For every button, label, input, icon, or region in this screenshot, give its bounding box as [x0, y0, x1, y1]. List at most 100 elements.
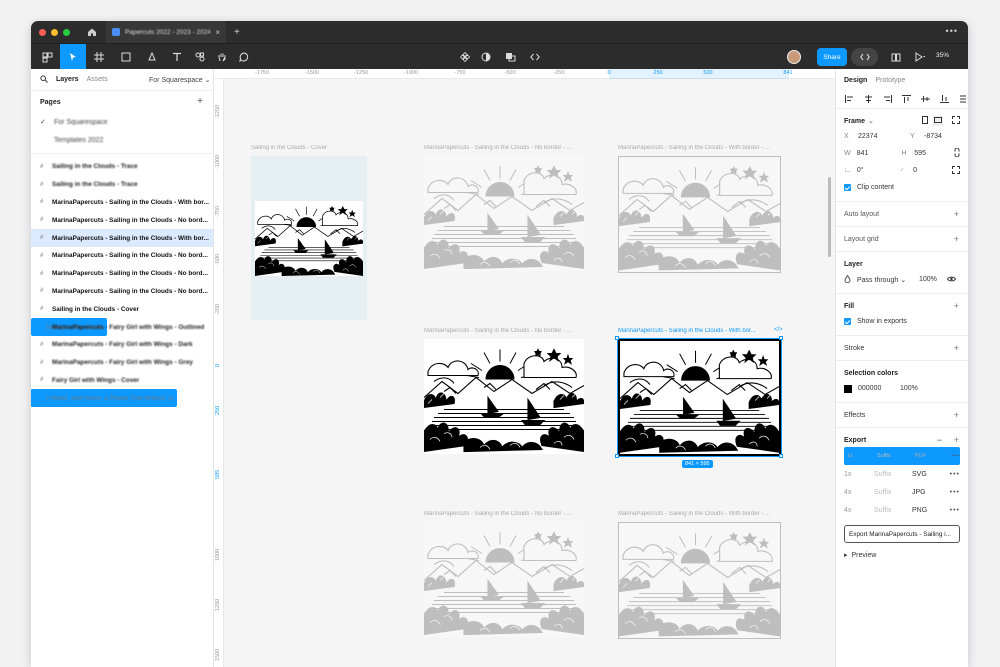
tab-design[interactable]: Design	[844, 77, 867, 84]
align-center-v-icon[interactable]	[921, 95, 930, 105]
clip-content-checkbox[interactable]	[844, 184, 851, 191]
cover-frame[interactable]	[251, 156, 367, 320]
export-scale-dropdown[interactable]: 4x	[844, 489, 874, 496]
file-tab[interactable]: Papercuts 2022 - 2023 - 2024 D ×	[106, 21, 226, 43]
share-button[interactable]: Share	[817, 48, 847, 66]
frame-label-bot-right[interactable]: MarinaPapercuts - Sailing in the Clouds …	[618, 511, 783, 517]
layer-item[interactable]: # Sailing in the Clouds - Trace	[31, 158, 213, 176]
portrait-icon[interactable]	[922, 116, 928, 126]
canvas[interactable]: -1750 -1500 -1250 -1000 -750 -500 -250 0 250 500 8…	[214, 69, 835, 667]
layer-item[interactable]: # MarinaPapercuts - Sailing in the Clouds…	[31, 283, 213, 301]
export-suffix-input[interactable]: Suffix	[874, 507, 912, 514]
align-left-icon[interactable]	[845, 94, 854, 105]
clip-content-row[interactable]: Clip content	[844, 179, 960, 196]
align-right-icon[interactable]	[883, 94, 892, 105]
frame-label-cover[interactable]: Sailing in the Clouds - Cover	[251, 145, 361, 151]
add-auto-layout-icon[interactable]: +	[954, 209, 959, 219]
export-suffix-input[interactable]: Suffix	[874, 489, 912, 496]
close-window-button[interactable]	[39, 28, 46, 36]
library-icon[interactable]	[888, 44, 904, 70]
export-format-dropdown[interactable]: JPG	[912, 489, 942, 496]
add-layout-grid-icon[interactable]: +	[954, 234, 959, 244]
layer-item[interactable]: # MarinaPapercuts - Sailing in the Clouds…	[31, 194, 213, 212]
home-icon[interactable]	[84, 24, 100, 40]
frame-heading[interactable]: Frame	[844, 118, 865, 125]
frame-label-top-right[interactable]: MarinaPapercuts - Sailing in the Clouds …	[618, 145, 783, 151]
current-page-dropdown[interactable]: For Squarespace ⌄	[149, 76, 211, 84]
present-icon[interactable]	[910, 44, 930, 70]
export-suffix-input[interactable]: Suffix	[877, 453, 915, 459]
resize-handle-tr[interactable]	[779, 336, 783, 340]
export-format-dropdown[interactable]: PDF	[915, 453, 945, 459]
rotation-input[interactable]: 0°	[857, 167, 895, 174]
resize-handle-tl[interactable]	[615, 336, 619, 340]
frame-bot-mid[interactable]	[424, 522, 584, 637]
align-bottom-icon[interactable]	[940, 94, 949, 105]
add-stroke-icon[interactable]: +	[954, 343, 959, 353]
layer-item[interactable]: # MarinaPapercuts - Sailing in the Clouds…	[31, 265, 213, 283]
constrain-proportions-icon[interactable]	[954, 147, 960, 159]
minimize-window-button[interactable]	[51, 28, 58, 36]
x-input[interactable]: 22374	[858, 133, 904, 140]
code-icon[interactable]	[526, 44, 544, 70]
text-tool-icon[interactable]	[168, 44, 186, 70]
frame-bot-right[interactable]	[618, 522, 781, 639]
independent-corners-icon[interactable]	[952, 165, 960, 176]
shape-tool-icon[interactable]	[116, 44, 136, 70]
pen-tool-icon[interactable]	[142, 44, 162, 70]
frame-tool-icon[interactable]	[89, 44, 109, 70]
export-format-dropdown[interactable]: PNG	[912, 507, 942, 514]
export-scale-dropdown[interactable]: 1x	[847, 453, 877, 459]
more-options-icon[interactable]: •••	[946, 26, 958, 36]
mask-icon[interactable]	[477, 44, 495, 70]
preview-toggle[interactable]: ▸ Preview	[844, 551, 960, 560]
chevron-down-icon[interactable]: ⌄	[868, 117, 874, 125]
resources-icon[interactable]	[191, 44, 209, 70]
resize-to-fit-icon[interactable]	[952, 116, 960, 126]
add-fill-icon[interactable]: +	[954, 301, 959, 311]
export-scale-dropdown[interactable]: 1x	[844, 471, 874, 478]
y-input[interactable]: -8734	[924, 133, 942, 140]
layer-item[interactable]: # MarinaPapercuts - Fairy Girl with Wings…	[31, 354, 213, 372]
resize-handle-bl[interactable]	[615, 454, 619, 458]
add-effect-icon[interactable]: +	[954, 410, 959, 420]
color-hex[interactable]: 000000	[858, 385, 894, 392]
distribute-icon[interactable]	[959, 95, 968, 105]
avatar[interactable]	[787, 50, 801, 64]
page-item[interactable]: ✓ For Squarespace	[31, 113, 213, 131]
resize-handle-br[interactable]	[779, 454, 783, 458]
height-input[interactable]: 595	[914, 150, 948, 157]
comment-icon[interactable]	[235, 44, 253, 70]
zoom-level[interactable]: 35%	[936, 52, 949, 59]
vertical-scrollbar[interactable]	[828, 177, 831, 257]
selection-color-row[interactable]: 000000 100%	[844, 380, 960, 397]
layer-item[interactable]: # MarinaPapercuts - Sailing in the Clouds…	[31, 247, 213, 265]
layer-item[interactable]: # Sailing in the Clouds - Trace	[31, 176, 213, 194]
layer-item[interactable]: # Sailing in the Clouds - Cover	[31, 300, 213, 318]
new-tab-icon[interactable]: +	[234, 27, 240, 38]
align-top-icon[interactable]	[902, 94, 911, 105]
export-options-icon[interactable]: •••	[950, 507, 960, 514]
align-center-h-icon[interactable]	[864, 94, 873, 105]
dev-mode-toggle[interactable]	[851, 48, 878, 66]
frame-mid-mid[interactable]	[424, 339, 584, 454]
export-options-icon[interactable]: •••	[951, 453, 960, 459]
add-page-icon[interactable]: +	[197, 96, 203, 107]
show-in-exports-row[interactable]: Show in exports	[844, 313, 960, 330]
code-icon[interactable]: </>	[774, 327, 783, 333]
close-tab-icon[interactable]: ×	[215, 28, 220, 37]
radius-input[interactable]: 0	[913, 167, 946, 174]
width-input[interactable]: 841	[857, 150, 896, 157]
export-button[interactable]: Export MarinaPapercuts - Sailing i...	[844, 525, 960, 543]
tab-layers[interactable]: Layers	[56, 76, 79, 83]
add-export-icon[interactable]: +	[954, 435, 959, 445]
export-scale-dropdown[interactable]: 4x	[844, 507, 874, 514]
move-tool-icon[interactable]	[60, 44, 86, 70]
layer-item[interactable]: # Fairy Girl with Wings - Cover	[31, 372, 213, 390]
layer-item[interactable]: # MarinaPapercuts - Fairy Girl with Wings…	[31, 336, 213, 354]
eye-icon[interactable]	[946, 276, 957, 284]
export-options-icon[interactable]: •••	[950, 489, 960, 496]
layer-item[interactable]: // Week	[31, 389, 71, 408]
color-swatch[interactable]	[844, 384, 852, 393]
hand-tool-icon[interactable]	[213, 44, 231, 70]
